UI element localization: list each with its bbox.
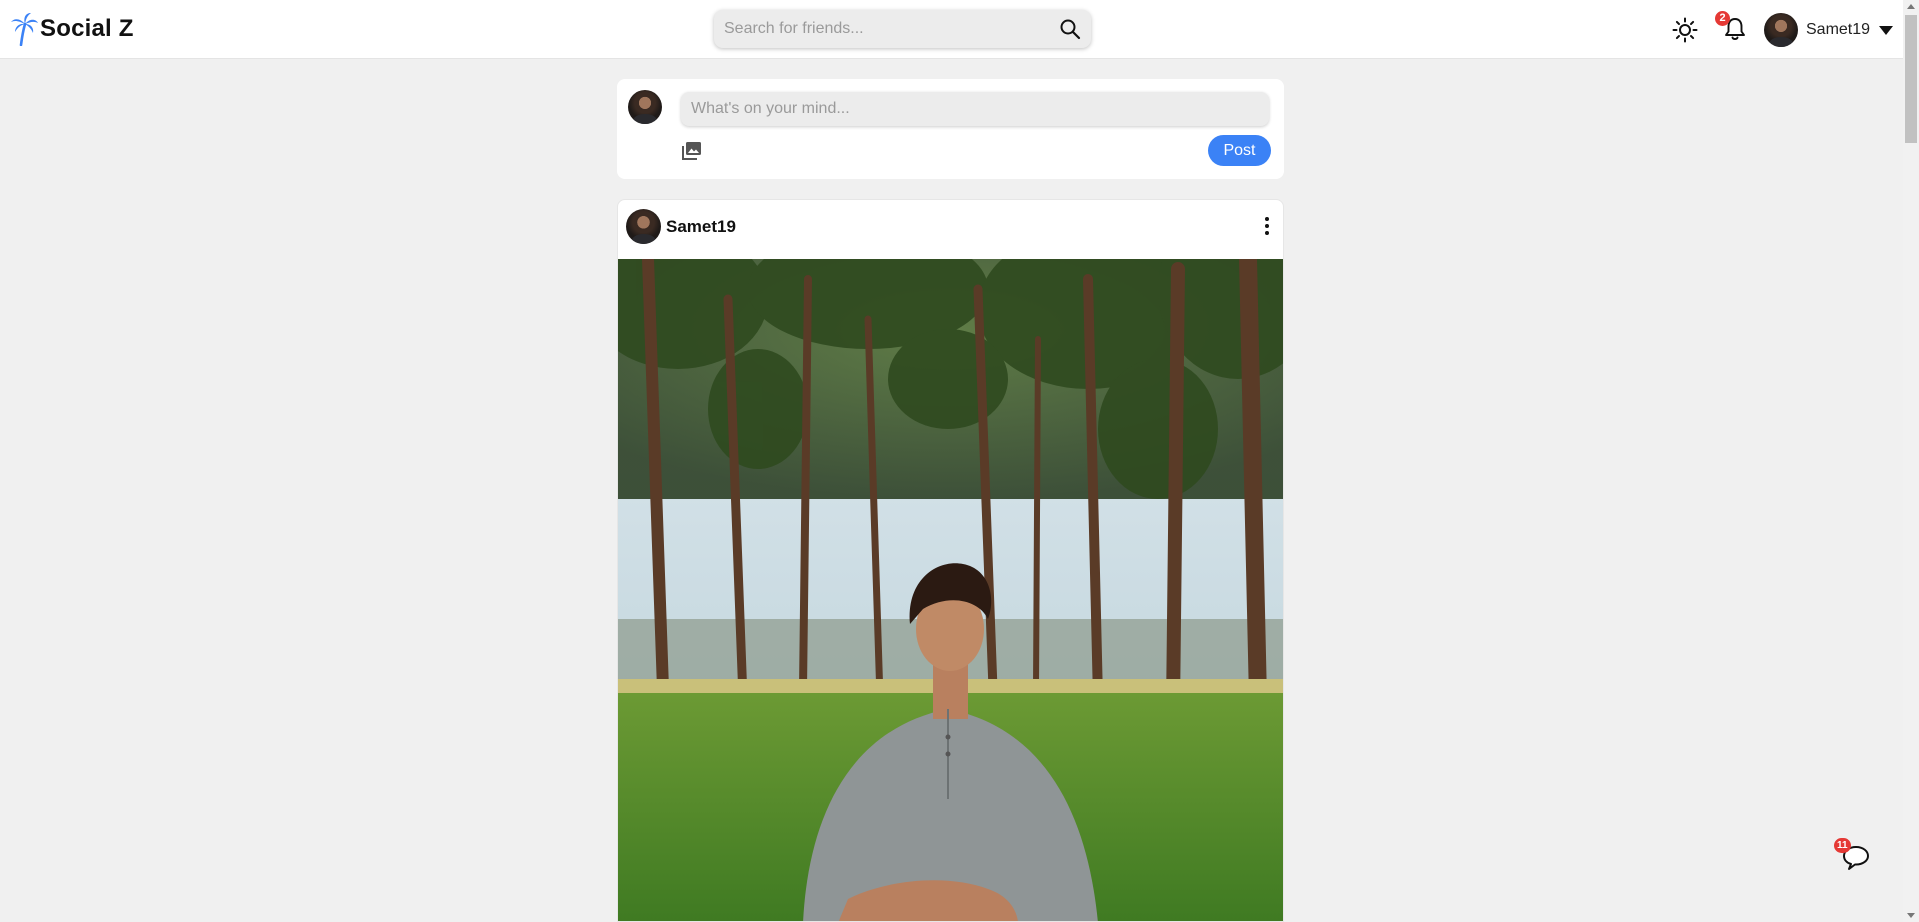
brand-home-link[interactable]: Social Z (9, 11, 134, 47)
composer-avatar (628, 90, 662, 124)
photo-library-icon[interactable] (681, 140, 703, 162)
search-icon[interactable] (1059, 18, 1081, 40)
scrollbar-thumb[interactable] (1905, 15, 1917, 143)
feed-post: Samet19 (617, 199, 1284, 922)
scroll-up-arrow-icon[interactable] (1907, 4, 1915, 9)
post-composer: Post (617, 79, 1284, 179)
user-menu[interactable]: Samet19 (1764, 12, 1894, 48)
notification-count-badge: 2 (1715, 11, 1730, 26)
scroll-down-arrow-icon[interactable] (1907, 913, 1915, 918)
status-input[interactable] (681, 92, 1269, 126)
caret-down-icon (1879, 25, 1894, 35)
avatar (1764, 13, 1798, 47)
friend-search (714, 10, 1091, 48)
user-name: Samet19 (1806, 21, 1871, 38)
post-header: Samet19 (618, 200, 1283, 259)
search-input[interactable] (714, 10, 1044, 48)
sun-icon[interactable] (1672, 17, 1698, 43)
chat-unread-badge: 11 (1834, 838, 1851, 853)
page-scrollbar[interactable] (1903, 0, 1919, 922)
more-vertical-icon[interactable] (1263, 215, 1271, 237)
top-navbar: Social Z 2 Samet19 (0, 0, 1903, 59)
post-photo[interactable] (618, 259, 1283, 922)
post-author-avatar[interactable] (626, 209, 661, 244)
brand-name: Social Z (40, 15, 134, 42)
post-author-name[interactable]: Samet19 (666, 217, 736, 237)
palm-tree-icon (11, 13, 38, 46)
post-button[interactable]: Post (1208, 135, 1271, 166)
